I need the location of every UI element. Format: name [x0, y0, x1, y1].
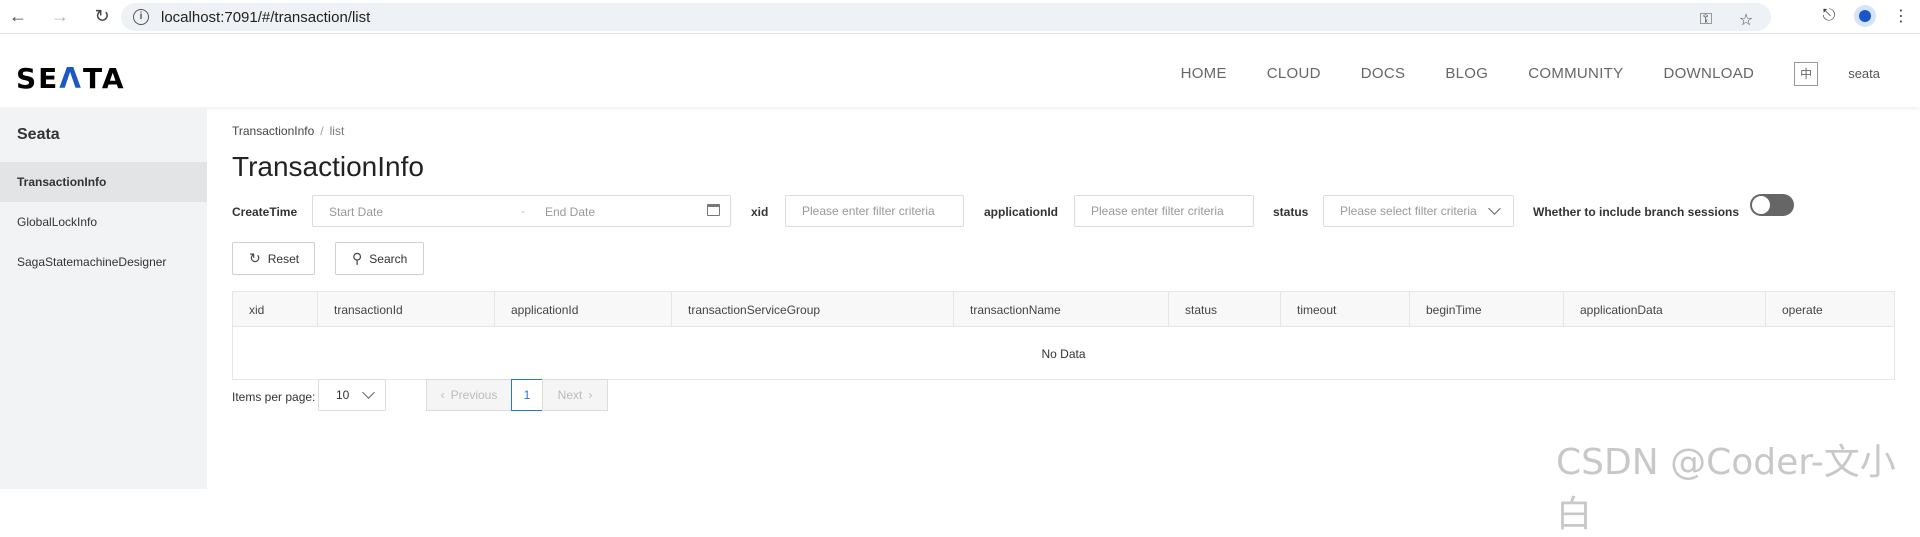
- key-icon[interactable]: ⚿: [1695, 7, 1717, 33]
- sidebar-item-transactioninfo[interactable]: TransactionInfo: [0, 162, 207, 202]
- reload-icon[interactable]: ↻: [88, 3, 116, 31]
- star-icon[interactable]: ☆: [1735, 7, 1757, 33]
- user-name[interactable]: seata: [1848, 66, 1880, 81]
- search-button[interactable]: ⚲ Search: [335, 242, 424, 275]
- xid-label: xid: [751, 205, 769, 219]
- breadcrumb-parent[interactable]: TransactionInfo: [232, 124, 314, 138]
- breadcrumb-separator: /: [320, 124, 324, 138]
- page-title: TransactionInfo: [232, 151, 424, 182]
- status-label: status: [1273, 205, 1309, 219]
- nav-home[interactable]: HOME: [1181, 65, 1227, 82]
- column-applicationid: applicationId: [495, 292, 672, 327]
- reset-button[interactable]: ↻ Reset: [232, 242, 315, 275]
- branch-sessions-label: Whether to include branch sessions: [1533, 205, 1740, 219]
- date-range-separator: -: [521, 204, 525, 218]
- top-nav: HOME CLOUD DOCS BLOG COMMUNITY DOWNLOAD …: [1161, 40, 1920, 107]
- applicationid-input[interactable]: Please enter filter criteria: [1074, 195, 1254, 227]
- applicationid-label: applicationId: [984, 205, 1059, 219]
- menu-icon[interactable]: ⋮: [1890, 3, 1912, 29]
- column-transactionname: transactionName: [954, 292, 1169, 327]
- nav-docs[interactable]: DOCS: [1361, 65, 1406, 82]
- site-info-icon[interactable]: i: [133, 9, 149, 25]
- sidebar-title: Seata: [17, 126, 60, 143]
- next-page-button[interactable]: Next ›: [542, 379, 608, 411]
- profile-avatar[interactable]: [1854, 5, 1876, 27]
- sidebar: Seata TransactionInfo GlobalLockInfo Sag…: [0, 108, 207, 489]
- url-text: localhost:7091/#/transaction/list: [161, 8, 371, 26]
- breadcrumb-current: list: [329, 124, 345, 138]
- toggle-knob: [1752, 196, 1770, 214]
- arrow-right-icon[interactable]: →: [46, 3, 74, 31]
- table-header: xid transactionId applicationId transact…: [233, 292, 1894, 327]
- page-size-select[interactable]: 10: [318, 379, 386, 411]
- chevron-down-icon: [362, 386, 375, 399]
- column-begintime: beginTime: [1410, 292, 1564, 327]
- page-number-1[interactable]: 1: [511, 379, 543, 411]
- transaction-table: xid transactionId applicationId transact…: [232, 291, 1895, 380]
- search-icon: ⚲: [352, 250, 363, 266]
- table-empty-message: No Data: [1041, 346, 1086, 361]
- start-date-input[interactable]: Start Date: [329, 205, 383, 219]
- items-per-page-label: Items per page:: [232, 390, 316, 404]
- status-select[interactable]: Please select filter criteria: [1323, 195, 1514, 227]
- search-button-label: Search: [369, 251, 408, 266]
- column-status: status: [1169, 292, 1281, 327]
- breadcrumb: TransactionInfo / list: [232, 124, 344, 138]
- previous-page-button[interactable]: ‹ Previous: [426, 379, 512, 411]
- language-switch-button[interactable]: 中: [1794, 61, 1819, 86]
- column-transactionservicegroup: transactionServiceGroup: [672, 292, 954, 327]
- extensions-icon[interactable]: ⎋: [1818, 3, 1840, 29]
- nav-community[interactable]: COMMUNITY: [1528, 65, 1623, 82]
- chevron-right-icon: ›: [588, 388, 593, 402]
- page-size-value: 10: [336, 388, 350, 402]
- browser-toolbar: ← → ↻ i localhost:7091/#/transaction/lis…: [0, 0, 1920, 34]
- createtime-label: CreateTime: [232, 205, 298, 219]
- column-xid: xid: [233, 292, 318, 327]
- address-bar[interactable]: i localhost:7091/#/transaction/list ⚿ ☆: [121, 3, 1771, 31]
- reset-icon: ↻: [249, 250, 261, 266]
- reset-button-label: Reset: [267, 251, 300, 266]
- arrow-left-icon[interactable]: ←: [4, 3, 32, 31]
- column-transactionid: transactionId: [318, 292, 495, 327]
- previous-label: Previous: [450, 388, 498, 402]
- sidebar-item-sagastatemachinedesigner[interactable]: SagaStatemachineDesigner: [0, 242, 207, 282]
- column-timeout: timeout: [1281, 292, 1410, 327]
- calendar-icon[interactable]: [707, 204, 720, 216]
- branch-sessions-toggle[interactable]: [1750, 194, 1794, 216]
- date-range-picker[interactable]: Start Date - End Date: [312, 195, 731, 227]
- app-header: SEΛTA HOME CLOUD DOCS BLOG COMMUNITY DOW…: [0, 40, 1920, 107]
- xid-input[interactable]: Please enter filter criteria: [785, 195, 964, 227]
- watermark: CSDN @Coder-文小白: [1556, 442, 1896, 535]
- chevron-down-icon: [1488, 202, 1501, 215]
- seata-logo[interactable]: SEΛTA: [16, 62, 126, 95]
- end-date-input[interactable]: End Date: [545, 205, 595, 219]
- status-select-placeholder: Please select filter criteria: [1340, 204, 1477, 218]
- column-applicationdata: applicationData: [1564, 292, 1766, 327]
- column-operate: operate: [1782, 302, 1823, 317]
- nav-blog[interactable]: BLOG: [1445, 65, 1488, 82]
- chevron-left-icon: ‹: [440, 388, 445, 402]
- sidebar-item-globallockinfo[interactable]: GlobalLockInfo: [0, 202, 207, 242]
- nav-download[interactable]: DOWNLOAD: [1663, 65, 1754, 82]
- next-label: Next: [557, 388, 583, 402]
- nav-cloud[interactable]: CLOUD: [1267, 65, 1321, 82]
